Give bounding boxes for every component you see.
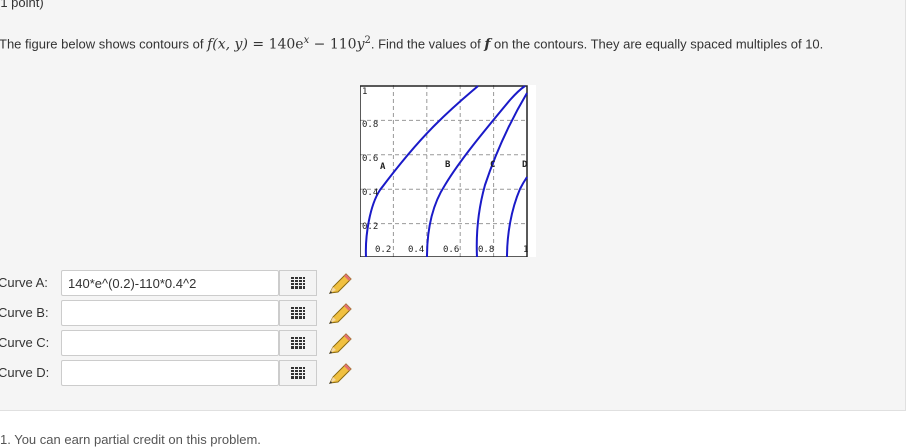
contour-label-c: C (490, 160, 495, 170)
contour-figure: 1 0.8 0.6 0.4 0.2 0.2 0.4 0.6 0.8 1 A B … (360, 85, 536, 257)
grid-icon (291, 277, 305, 289)
equation-editor-button[interactable] (279, 360, 317, 386)
curve-label: Curve D: (0, 365, 50, 380)
grid-icon (291, 337, 305, 349)
equals-sign: = (247, 36, 269, 53)
grid-icon (291, 307, 305, 319)
curve-label: Curve C: (0, 335, 50, 350)
contour-label-a: A (380, 162, 386, 172)
curve-label: Curve B: (0, 305, 49, 320)
equation-editor-button[interactable] (279, 270, 317, 296)
equation-editor-button[interactable] (279, 330, 317, 356)
xtick: 0.8 (478, 245, 494, 255)
question-text: The figure below shows contours of f(x, … (0, 31, 899, 54)
ytick: 0.8 (362, 120, 378, 130)
pencil-icon[interactable] (327, 362, 353, 386)
curve-d-input[interactable] (61, 360, 279, 386)
func-notation: f(x, y) (207, 36, 248, 53)
curve-a-input[interactable] (61, 270, 279, 296)
curve-label: Curve A: (0, 275, 48, 290)
pencil-icon[interactable] (327, 332, 353, 356)
ytick: 0.2 (362, 222, 378, 232)
xtick: 0.6 (443, 245, 459, 255)
xtick: 1 (523, 245, 528, 255)
contour-label-d: D (522, 160, 528, 170)
question-mid: . Find the values of (370, 36, 485, 52)
question-intro: The figure below shows contours of (0, 36, 208, 52)
formula-minus: − 110 (309, 36, 357, 53)
question-end: on the contours. They are equally spaced… (490, 36, 824, 52)
ytick-top: 1 (362, 87, 367, 97)
equation-editor-button[interactable] (279, 300, 317, 326)
formula-term: 140e (268, 36, 304, 53)
footer-note: 1. You can earn partial credit on this p… (0, 432, 261, 447)
ytick: 0.6 (362, 154, 378, 164)
xtick: 0.4 (408, 245, 424, 255)
ytick: 0.4 (362, 188, 378, 198)
pencil-icon[interactable] (327, 272, 353, 296)
formula-y: y (356, 36, 365, 53)
grid-icon (291, 367, 305, 379)
contour-label-b: B (445, 160, 451, 170)
curve-b-input[interactable] (61, 300, 279, 326)
xtick: 0.2 (375, 245, 391, 255)
pencil-icon[interactable] (327, 302, 353, 326)
problem-panel: (1 point) The figure below shows contour… (0, 0, 906, 411)
points-label: (1 point) (0, 0, 44, 10)
curve-c-input[interactable] (61, 330, 279, 356)
